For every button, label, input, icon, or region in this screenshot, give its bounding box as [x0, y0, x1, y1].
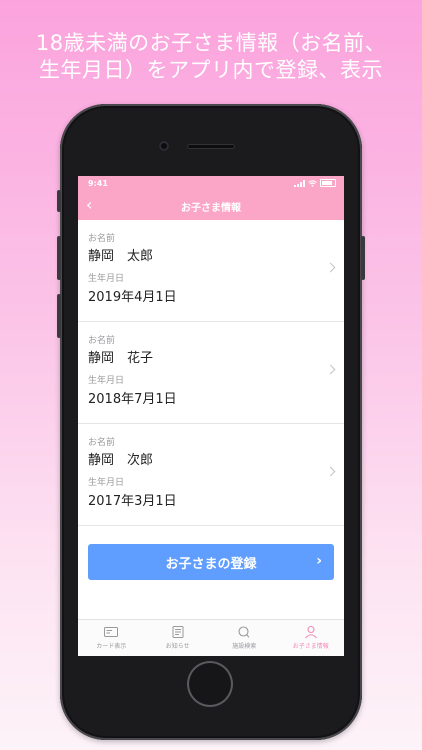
tab-label: カード表示 [96, 643, 127, 650]
birth-label: 生年月日 [88, 478, 125, 488]
news-icon [172, 626, 184, 638]
children-list: お名前 静岡 太郎 生年月日 2019年4月1日 お名前 静岡 花子 生年月日 … [78, 220, 344, 526]
child-card[interactable]: お名前 静岡 花子 生年月日 2018年7月1日 [78, 322, 344, 424]
tab-child-info[interactable]: お子さま情報 [278, 620, 345, 656]
name-label: お名前 [88, 438, 116, 448]
child-name: 静岡 花子 [88, 351, 154, 366]
volume-down-button [57, 294, 61, 338]
child-name: 静岡 太郎 [88, 249, 154, 264]
tab-facility-search[interactable]: 施設検索 [211, 620, 278, 656]
tab-card-display[interactable]: カード表示 [78, 620, 145, 656]
name-label: お名前 [88, 234, 116, 244]
child-birthdate: 2017年3月1日 [88, 494, 177, 509]
register-child-button[interactable]: お子さまの登録 › [88, 544, 334, 580]
child-card[interactable]: お名前 静岡 太郎 生年月日 2019年4月1日 [78, 220, 344, 322]
status-time: 9:41 [88, 179, 108, 188]
mute-switch [57, 190, 61, 212]
promo-headline: 18歳未満のお子さま情報（お名前、 生年月日）をアプリ内で登録、表示 [0, 30, 422, 84]
page-title: お子さま情報 [181, 203, 241, 214]
app-screen: 9:41 ‹ お子さま情報 お名前 静岡 太郎 生年月日 2019年4月1日 お… [78, 176, 344, 656]
birth-label: 生年月日 [88, 376, 125, 386]
tab-news[interactable]: お知らせ [145, 620, 212, 656]
headline-line-2: 生年月日）をアプリ内で登録、表示 [39, 58, 383, 82]
wifi-icon [308, 179, 317, 187]
earpiece-speaker [187, 144, 235, 149]
status-icons [294, 179, 336, 187]
name-label: お名前 [88, 336, 116, 346]
power-button [361, 236, 365, 280]
headline-line-1: 18歳未満のお子さま情報（お名前、 [35, 31, 387, 55]
front-camera [159, 141, 169, 151]
child-birthdate: 2019年4月1日 [88, 290, 177, 305]
child-birthdate: 2018年7月1日 [88, 392, 177, 407]
child-name: 静岡 次郎 [88, 453, 154, 468]
tab-label: お知らせ [165, 643, 190, 650]
home-button[interactable] [187, 661, 233, 707]
signal-icon [294, 179, 305, 187]
child-card[interactable]: お名前 静岡 次郎 生年月日 2017年3月1日 [78, 424, 344, 526]
nav-bar: ‹ お子さま情報 [78, 192, 344, 220]
status-bar: 9:41 [78, 176, 344, 192]
phone-frame: 9:41 ‹ お子さま情報 お名前 静岡 太郎 生年月日 2019年4月1日 お… [57, 104, 365, 740]
chevron-right-icon [325, 466, 336, 477]
chevron-right-icon [325, 262, 336, 273]
person-icon [304, 625, 317, 639]
volume-up-button [57, 236, 61, 280]
birth-label: 生年月日 [88, 274, 125, 284]
search-icon [238, 626, 250, 638]
chevron-right-icon [325, 364, 336, 375]
chevron-right-icon: › [316, 553, 322, 569]
tab-bar: カード表示 お知らせ 施設検索 お子さま情報 [78, 619, 344, 656]
tab-label: お子さま情報 [292, 643, 329, 650]
card-icon [104, 627, 119, 637]
register-child-label: お子さまの登録 [165, 556, 257, 572]
tab-label: 施設検索 [232, 643, 257, 650]
battery-icon [320, 179, 336, 187]
